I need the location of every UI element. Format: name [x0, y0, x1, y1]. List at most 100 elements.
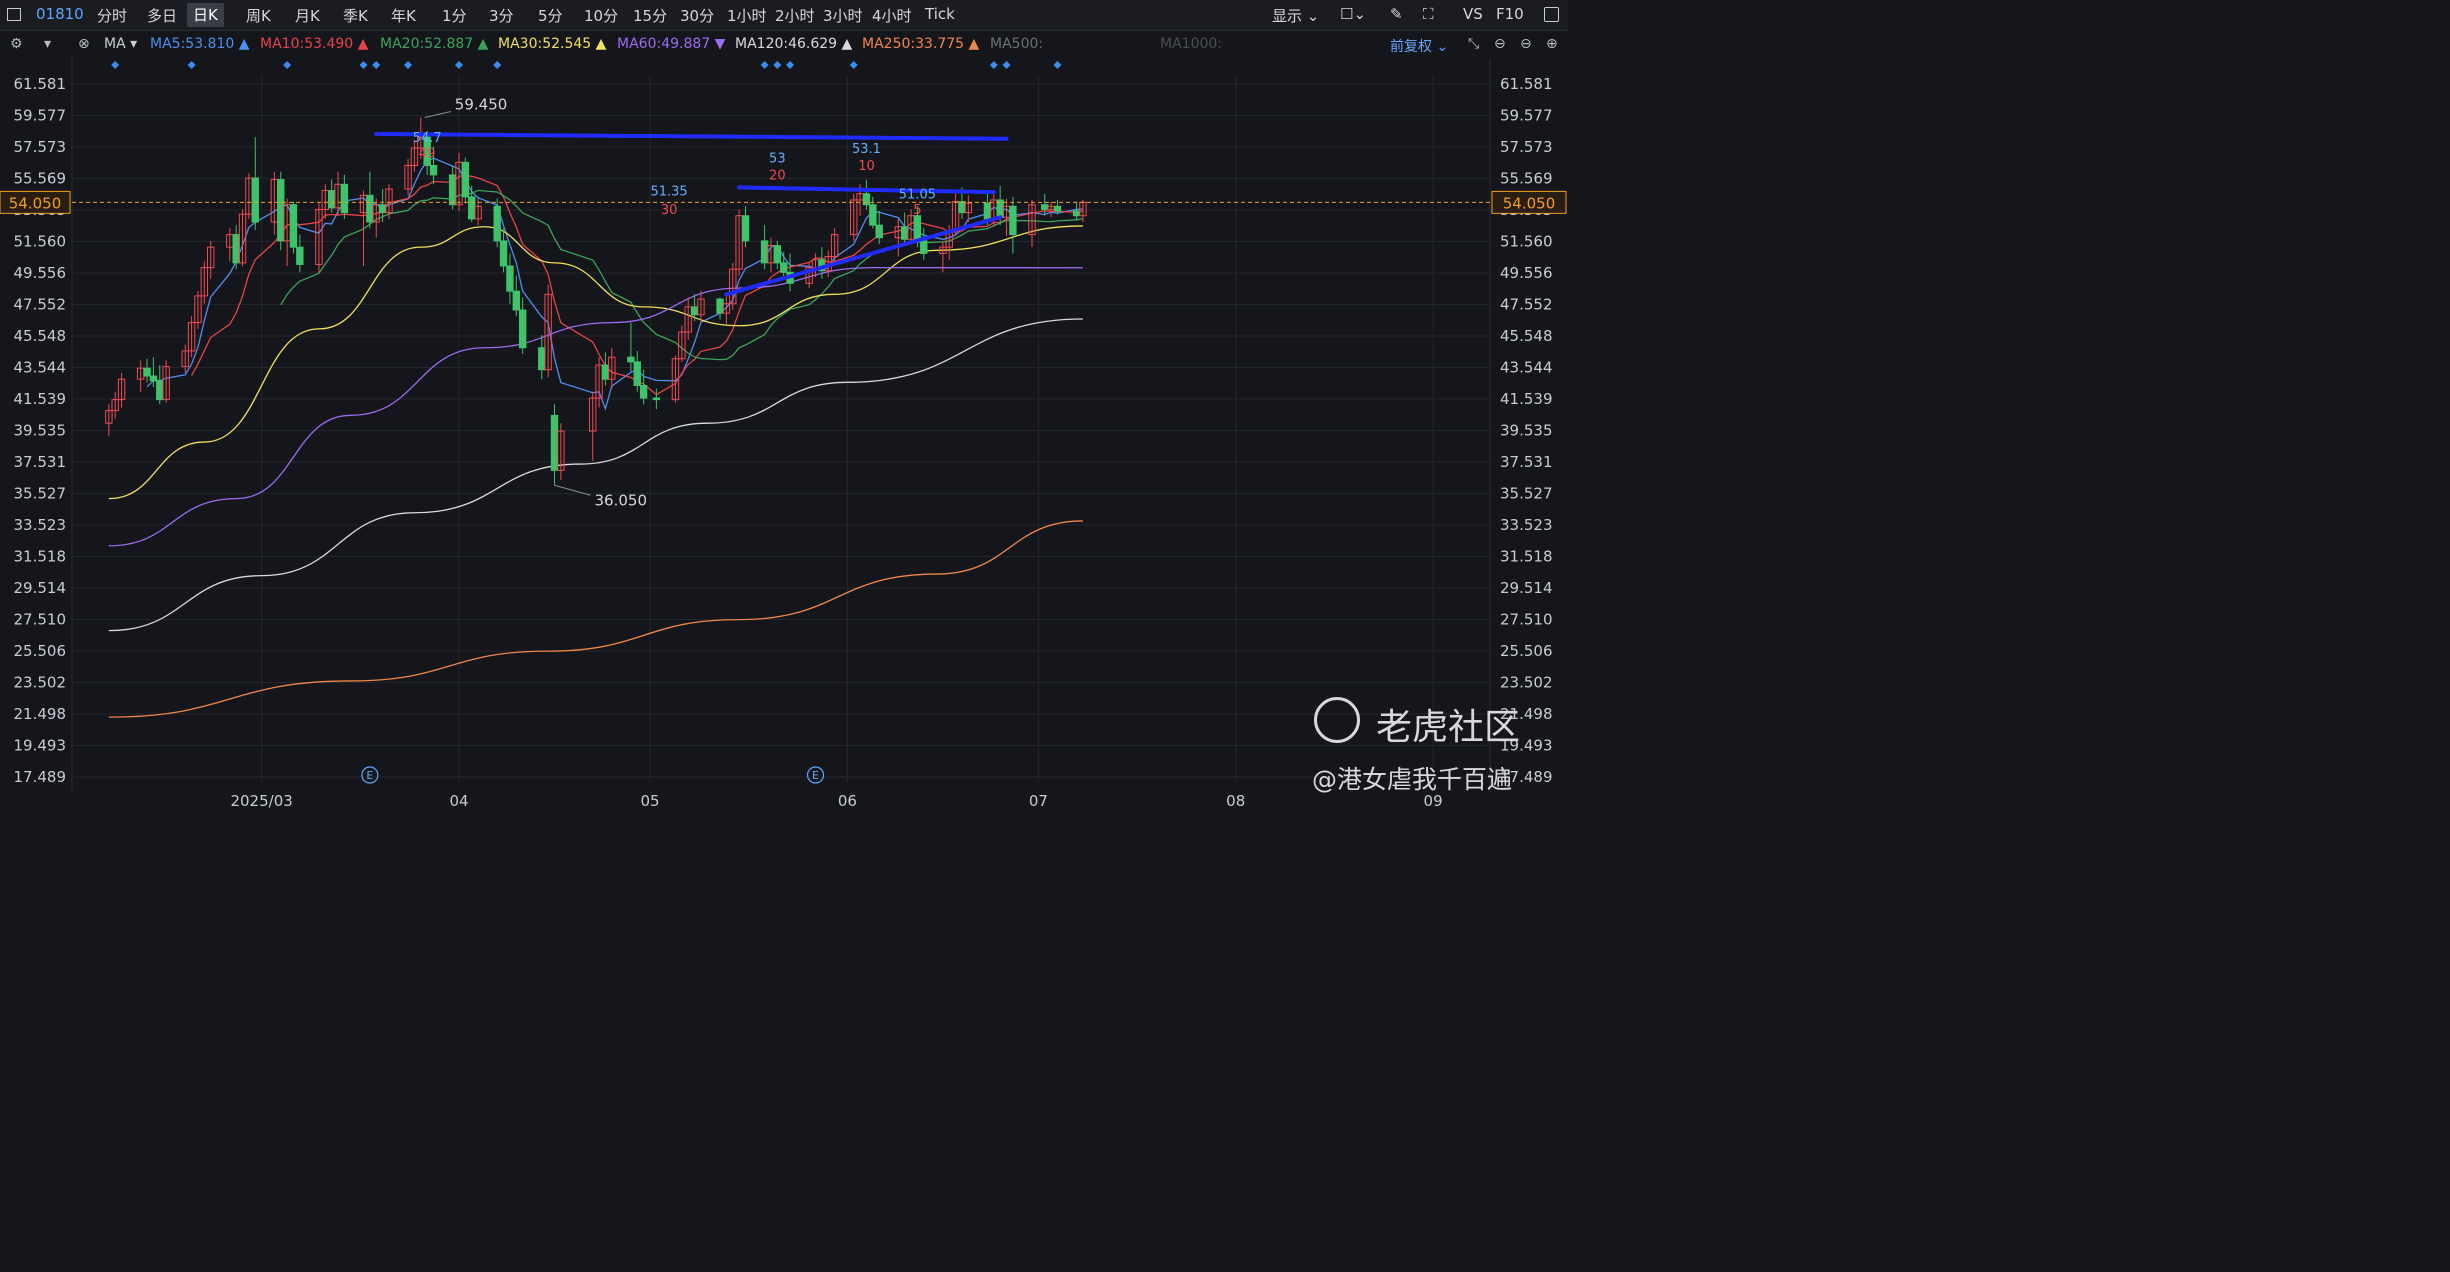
candle-body[interactable]: [340, 183, 349, 214]
period-tab-2[interactable]: 日K: [187, 3, 224, 27]
period-tab-8[interactable]: 3分: [489, 5, 514, 26]
period-tab-4[interactable]: 月K: [295, 5, 320, 26]
period-tab-6[interactable]: 年K: [391, 5, 416, 26]
event-diamond-icon[interactable]: [359, 61, 368, 69]
period-tab-16[interactable]: 4小时: [872, 5, 912, 26]
zoom-out-icon[interactable]: ⊖: [1494, 36, 1506, 52]
candle-body[interactable]: [429, 164, 438, 176]
candle-body[interactable]: [156, 380, 164, 401]
event-diamond-icon[interactable]: [773, 61, 782, 69]
candle-body[interactable]: [652, 397, 661, 401]
candle-body[interactable]: [499, 240, 508, 267]
adjust-mode-select[interactable]: 前复权 ⌄: [1390, 36, 1448, 56]
collapse-icon[interactable]: ▾: [44, 36, 51, 52]
candle-body[interactable]: [862, 193, 871, 206]
event-diamond-icon[interactable]: [849, 61, 858, 69]
candle-body[interactable]: [296, 246, 304, 265]
period-tab-9[interactable]: 5分: [538, 5, 563, 26]
candle-body[interactable]: [869, 204, 877, 226]
scale-icon[interactable]: ⤡: [1468, 36, 1479, 52]
candle-body[interactable]: [518, 309, 527, 349]
event-diamond-icon[interactable]: [760, 61, 769, 69]
period-tab-15[interactable]: 3小时: [823, 5, 863, 26]
candle-body[interactable]: [512, 290, 520, 311]
sidebar-toggle-icon[interactable]: [7, 8, 21, 21]
candle-body[interactable]: [920, 240, 928, 254]
stock-code[interactable]: 01810: [36, 5, 84, 23]
candle-body[interactable]: [760, 240, 769, 264]
candle-body[interactable]: [493, 205, 501, 242]
close-indicator-icon[interactable]: ⊗: [78, 36, 90, 52]
candle-body[interactable]: [366, 194, 374, 223]
candle-body[interactable]: [773, 245, 782, 264]
period-tab-12[interactable]: 30分: [680, 5, 714, 26]
candle-body[interactable]: [690, 306, 699, 316]
period-tab-3[interactable]: 周K: [246, 5, 271, 26]
candle-body[interactable]: [378, 204, 387, 214]
candle-body[interactable]: [633, 361, 641, 386]
candle-body[interactable]: [149, 375, 158, 382]
settings-gear-icon[interactable]: ⚙: [10, 36, 23, 52]
period-tab-17[interactable]: Tick: [925, 5, 955, 23]
candle-body[interactable]: [468, 196, 476, 220]
f10-button[interactable]: F10: [1496, 5, 1524, 23]
vs-button[interactable]: VS: [1463, 5, 1483, 23]
period-tab-5[interactable]: 季K: [343, 5, 368, 26]
candle-body[interactable]: [232, 234, 240, 264]
layout-menu-icon[interactable]: ☐⌄: [1340, 5, 1366, 23]
candle-body[interactable]: [1041, 204, 1049, 210]
candle-body[interactable]: [639, 384, 648, 399]
display-menu[interactable]: 显示 ⌄: [1272, 5, 1319, 26]
period-tab-7[interactable]: 1分: [442, 5, 467, 26]
candle-body[interactable]: [289, 204, 298, 248]
event-diamond-icon[interactable]: [989, 61, 998, 69]
candle-body[interactable]: [601, 364, 610, 380]
candle-body[interactable]: [780, 262, 788, 273]
event-diamond-icon[interactable]: [372, 61, 381, 69]
event-diamond-icon[interactable]: [187, 61, 196, 69]
event-diamond-icon[interactable]: [1053, 61, 1062, 69]
event-diamond-icon[interactable]: [786, 61, 795, 69]
candle-body[interactable]: [448, 174, 457, 206]
event-diamond-icon[interactable]: [1002, 61, 1011, 69]
period-tab-1[interactable]: 多日: [147, 5, 177, 26]
candle-body[interactable]: [461, 161, 470, 198]
candle-body[interactable]: [1053, 205, 1062, 212]
candle-body[interactable]: [741, 215, 750, 242]
candle-body[interactable]: [627, 356, 635, 363]
window-icon[interactable]: [1544, 7, 1559, 22]
period-tab-14[interactable]: 2小时: [775, 5, 815, 26]
candle-body[interactable]: [958, 201, 966, 214]
candle-body[interactable]: [550, 414, 559, 471]
candle-body[interactable]: [913, 215, 922, 242]
zoom-in-icon[interactable]: ⊕: [1546, 36, 1558, 52]
candle-body[interactable]: [900, 226, 909, 240]
period-tab-10[interactable]: 10分: [584, 5, 618, 26]
candle-body[interactable]: [1009, 205, 1017, 236]
event-diamond-icon[interactable]: [493, 61, 502, 69]
event-diamond-icon[interactable]: [455, 61, 463, 69]
period-tab-0[interactable]: 分时: [97, 5, 127, 26]
event-diamond-icon[interactable]: [111, 61, 120, 69]
candle-body[interactable]: [251, 177, 259, 223]
period-tab-13[interactable]: 1小时: [727, 5, 767, 26]
draw-tool-icon[interactable]: ✎: [1390, 5, 1403, 23]
candle-body[interactable]: [983, 202, 992, 220]
candle-body[interactable]: [143, 367, 151, 377]
event-diamond-icon[interactable]: [283, 61, 292, 69]
candle-body[interactable]: [327, 190, 336, 209]
indicator-select[interactable]: MA ▾: [104, 36, 137, 52]
event-diamond-icon[interactable]: [404, 61, 413, 69]
trendline-0[interactable]: [374, 131, 1009, 141]
candle-body[interactable]: [538, 347, 546, 371]
candle-body[interactable]: [1072, 210, 1081, 217]
fullscreen-icon[interactable]: ⛶: [1423, 5, 1434, 23]
candle-body[interactable]: [716, 298, 724, 314]
candle-body[interactable]: [277, 179, 285, 242]
candle-body[interactable]: [875, 224, 883, 239]
trendline-1[interactable]: [737, 185, 996, 195]
candle-body[interactable]: [506, 265, 514, 292]
x-tick-label: 04: [449, 792, 468, 810]
period-tab-11[interactable]: 15分: [633, 5, 667, 26]
zoom-out-2-icon[interactable]: ⊖: [1520, 36, 1532, 52]
